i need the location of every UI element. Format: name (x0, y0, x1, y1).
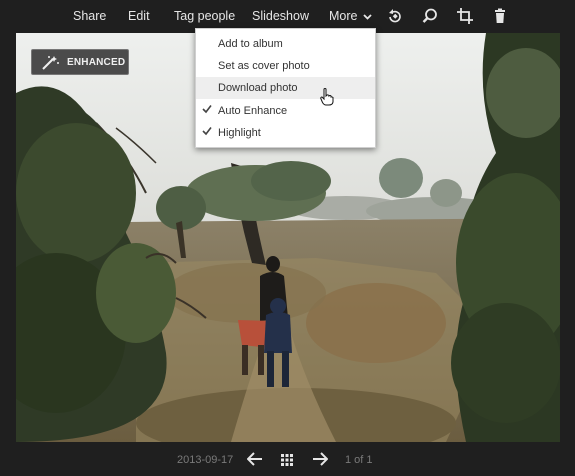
more-dropdown-menu: Add to album Set as cover photo Download… (195, 28, 376, 148)
photo-counter: 1 of 1 (345, 454, 373, 466)
grid-icon[interactable] (281, 453, 293, 471)
menu-item-label: Highlight (218, 127, 261, 139)
trash-icon[interactable] (491, 7, 509, 25)
zoom-icon[interactable] (421, 7, 439, 25)
photo-date: 2013-09-17 (177, 454, 234, 466)
magic-wand-icon (40, 55, 60, 74)
checkmark-icon (202, 104, 212, 117)
hand-pointer-cursor-icon (320, 88, 334, 111)
menu-item-set-as-cover-photo[interactable]: Set as cover photo (196, 55, 375, 77)
enhanced-badge[interactable]: ENHANCED (31, 49, 129, 75)
prev-arrow-icon[interactable] (246, 452, 263, 471)
menu-item-label: Auto Enhance (218, 105, 288, 117)
photo-footer: 2013-09-17 1 of 1 (0, 442, 575, 476)
slideshow-button[interactable]: Slideshow (252, 9, 309, 24)
next-arrow-icon[interactable] (312, 452, 329, 471)
crop-icon[interactable] (456, 7, 474, 25)
enhanced-label: ENHANCED (67, 57, 126, 68)
more-button[interactable]: More (329, 9, 372, 24)
tag-people-button[interactable]: Tag people (174, 9, 235, 24)
more-label: More (329, 9, 358, 23)
edit-button[interactable]: Edit (128, 9, 150, 24)
chevron-down-icon (363, 14, 372, 20)
menu-item-label: Download photo (218, 82, 298, 94)
menu-item-add-to-album[interactable]: Add to album (196, 33, 375, 55)
menu-item-auto-enhance[interactable]: Auto Enhance (196, 100, 375, 122)
share-button[interactable]: Share (73, 9, 106, 24)
menu-item-download-photo[interactable]: Download photo (196, 77, 375, 99)
rotate-icon[interactable] (386, 7, 404, 25)
menu-item-label: Set as cover photo (218, 60, 310, 72)
menu-item-highlight[interactable]: Highlight (196, 122, 375, 144)
checkmark-icon (202, 126, 212, 139)
menu-item-label: Add to album (218, 38, 283, 50)
